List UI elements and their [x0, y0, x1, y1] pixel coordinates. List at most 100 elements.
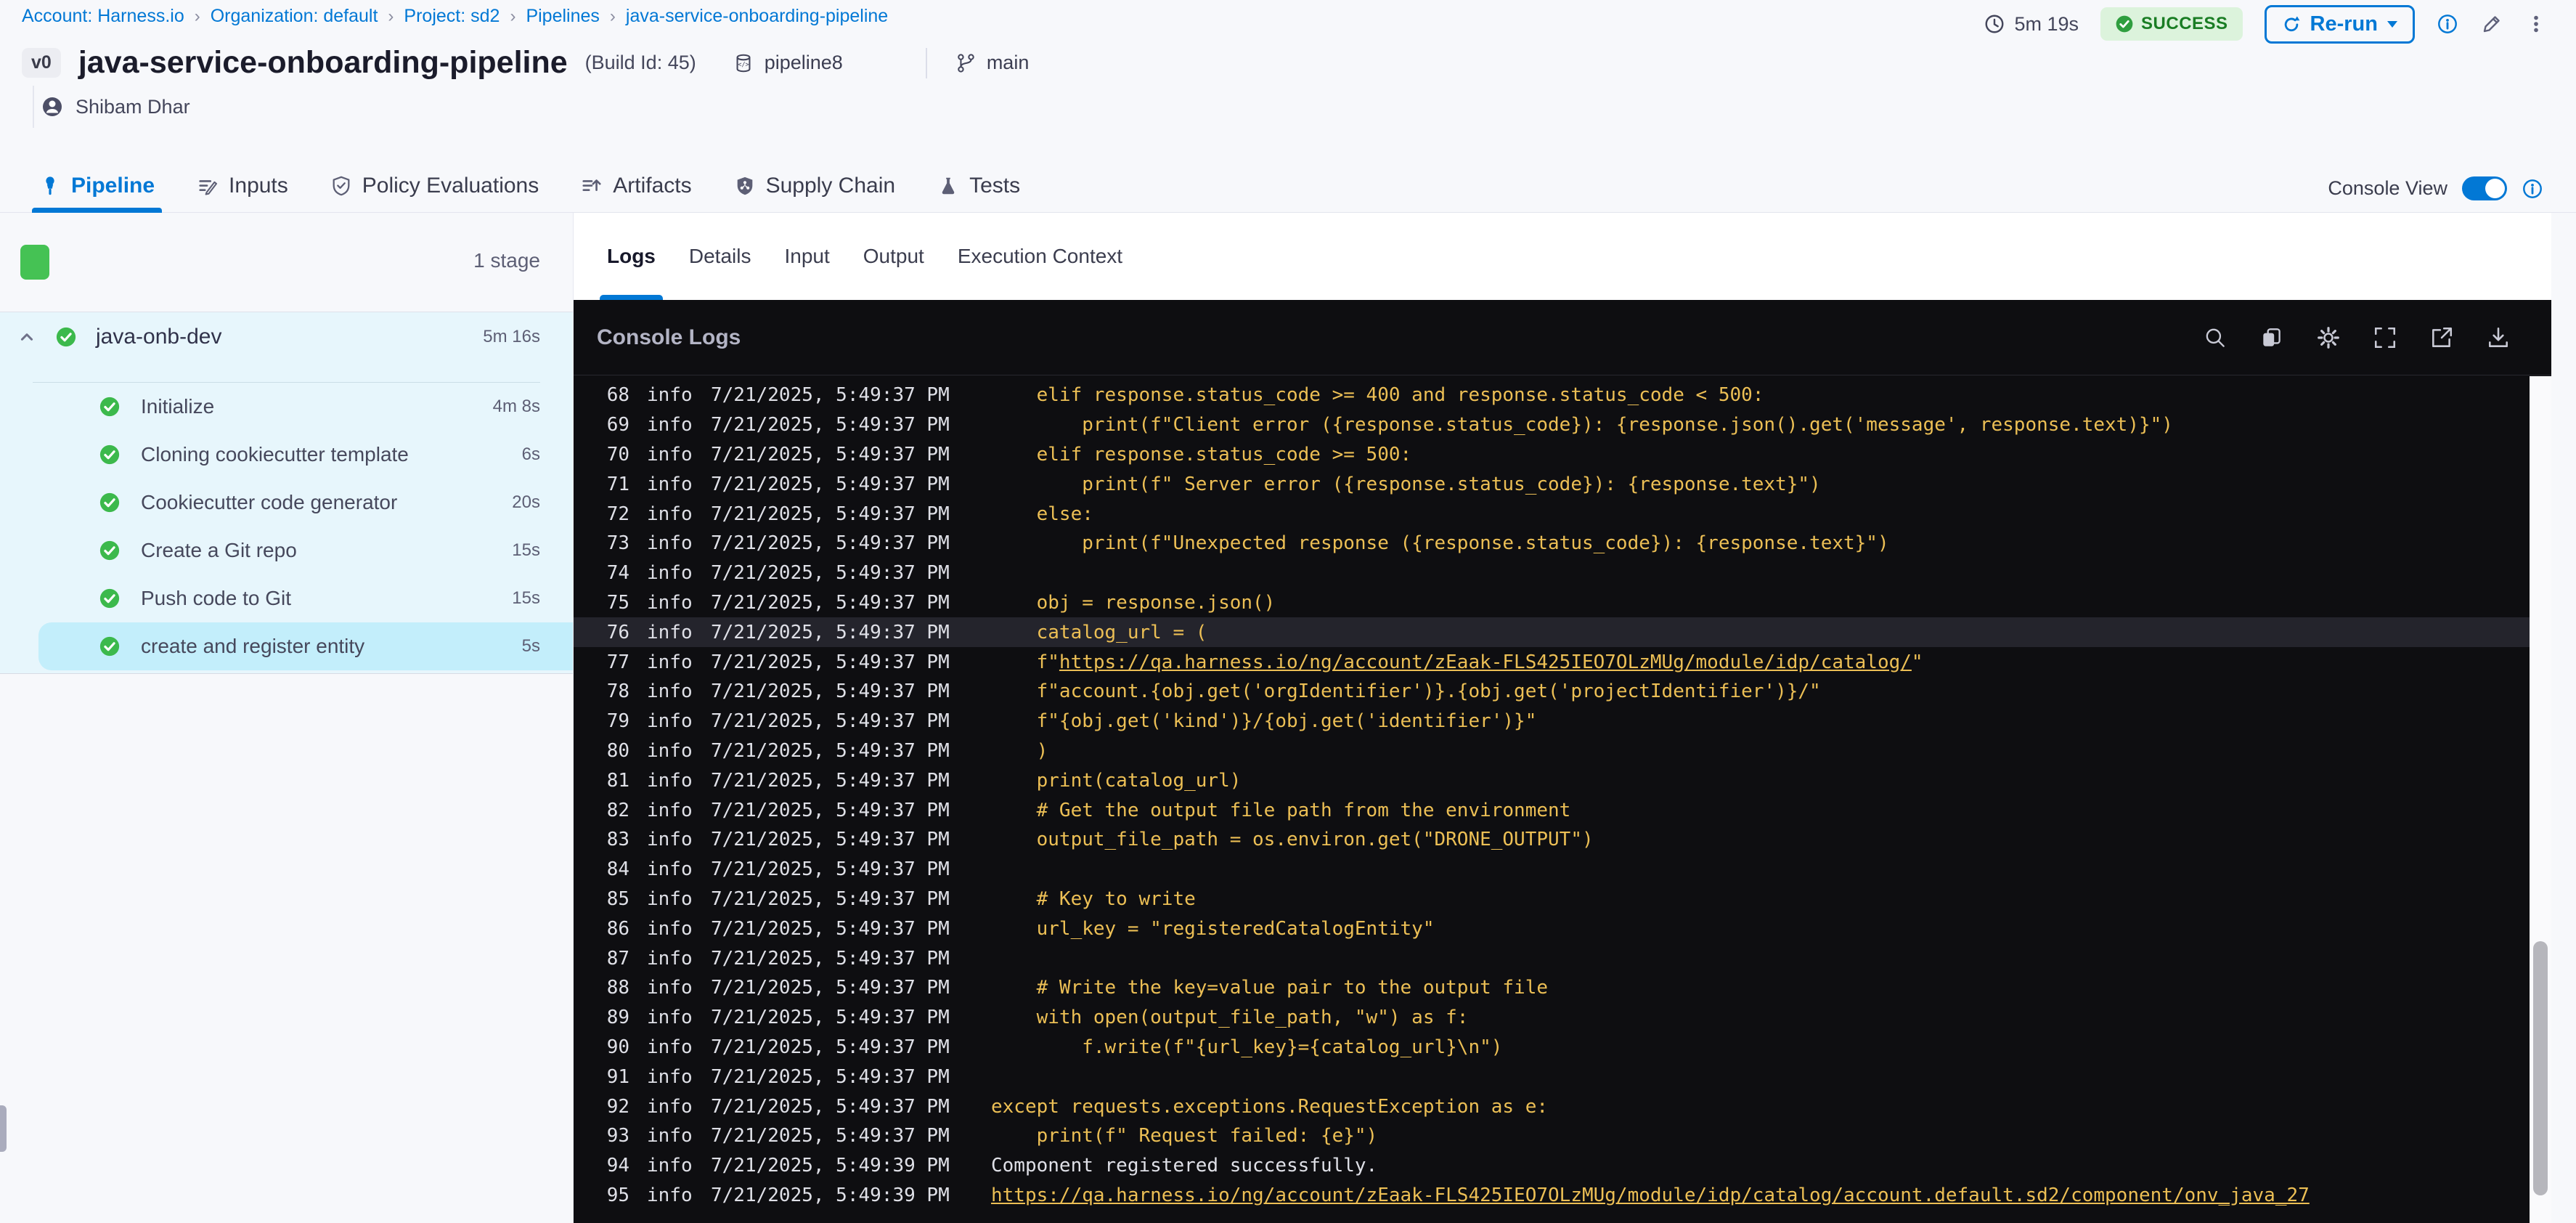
console-view-info-icon[interactable]: [2522, 178, 2543, 200]
log-level: info: [647, 680, 693, 703]
tab-inputs[interactable]: Inputs: [194, 160, 291, 212]
step-initialize[interactable]: Initialize 4m 8s: [0, 383, 573, 431]
copy-icon[interactable]: [2259, 325, 2284, 350]
repo-info[interactable]: </> pipeline8: [733, 52, 843, 74]
log-line-number: 88: [606, 977, 629, 999]
log-line-number: 91: [606, 1065, 629, 1088]
log-line-number: 82: [606, 799, 629, 821]
log-level: info: [647, 1125, 693, 1147]
log-level: info: [647, 739, 693, 762]
log-row: 93 info 7/21/2025, 5:49:37 PM print(f" Req…: [574, 1121, 2530, 1151]
step-create-a-git-repo[interactable]: Create a Git repo 15s: [0, 527, 573, 574]
open-in-new-icon[interactable]: [2429, 325, 2454, 350]
step-cookiecutter-code-generator[interactable]: Cookiecutter code generator 20s: [0, 479, 573, 527]
log-timestamp: 7/21/2025, 5:49:37 PM: [711, 414, 950, 436]
step-push-code-to-git[interactable]: Push code to Git 15s: [0, 574, 573, 622]
tab-label: Artifacts: [613, 174, 692, 198]
log-link[interactable]: https://qa.harness.io/ng/account/zEaak-F…: [991, 1185, 2310, 1206]
left-panel-handle[interactable]: [0, 1105, 7, 1152]
chevron-down-icon: [2387, 20, 2398, 28]
breadcrumb-account[interactable]: Account: Harness.io: [22, 6, 184, 27]
info-icon[interactable]: [2437, 13, 2458, 35]
tab-supply-chain[interactable]: Supply Chain: [731, 160, 898, 212]
log-timestamp: 7/21/2025, 5:49:37 PM: [711, 1095, 950, 1118]
step-name: Create a Git repo: [141, 539, 297, 561]
log-line-number: 79: [606, 710, 629, 733]
tab-label: Tests: [969, 174, 1021, 198]
log-timestamp: 7/21/2025, 5:49:39 PM: [711, 1184, 950, 1206]
log-scrollbar[interactable]: [2530, 376, 2551, 1223]
log-line-number: 87: [606, 947, 629, 970]
log-line-number: 77: [606, 651, 629, 673]
tab-logs[interactable]: Logs: [600, 213, 663, 300]
search-icon[interactable]: [2203, 325, 2227, 350]
download-icon[interactable]: [2486, 325, 2511, 350]
tab-label: Inputs: [229, 174, 288, 198]
log-message: elif response.status_code >= 500:: [991, 443, 1412, 466]
log-row: 76 info 7/21/2025, 5:49:37 PM catalog_url …: [574, 617, 2530, 648]
settings-gear-icon[interactable]: [2316, 325, 2341, 350]
tab-output[interactable]: Output: [863, 213, 924, 300]
shield-check-icon: [330, 175, 352, 197]
log-message: print(f" Server error ({response.status_…: [991, 473, 1821, 495]
pipeline-title-row: v0 java-service-onboarding-pipeline (Bui…: [22, 45, 1029, 81]
triggered-by-user: Shibam Dhar: [41, 95, 190, 118]
breadcrumb-pipelines[interactable]: Pipelines: [526, 6, 599, 27]
log-message: Component registered successfully.: [991, 1155, 1378, 1177]
user-name: Shibam Dhar: [76, 95, 190, 118]
breadcrumb-organization[interactable]: Organization: default: [211, 6, 378, 27]
log-level: info: [647, 858, 693, 881]
stage-count-label: 1 stage: [473, 249, 540, 272]
log-level: info: [647, 1184, 693, 1206]
branch-info[interactable]: main: [955, 52, 1029, 74]
tab-details[interactable]: Details: [689, 213, 751, 300]
log-level: info: [647, 710, 693, 733]
console-toolbar: [2203, 325, 2511, 350]
log-message: catalog_url = (: [991, 621, 1207, 643]
chevron-up-icon[interactable]: [16, 326, 38, 348]
rerun-button[interactable]: Re-run: [2264, 4, 2415, 44]
step-create-and-register-entity[interactable]: create and register entity 5s: [38, 622, 573, 670]
flask-icon: [937, 175, 959, 197]
log-message: print(f"Unexpected response ({response.s…: [991, 532, 1889, 555]
breadcrumb-project[interactable]: Project: sd2: [404, 6, 500, 27]
log-timestamp: 7/21/2025, 5:49:37 PM: [711, 829, 950, 851]
tab-execution-context[interactable]: Execution Context: [958, 213, 1122, 300]
more-options-kebab-icon[interactable]: [2525, 13, 2547, 35]
tab-pipeline[interactable]: Pipeline: [31, 160, 163, 213]
harness-pipeline-execution-page: Account: Harness.io › Organization: defa…: [0, 0, 2576, 1223]
clock-icon: [1984, 13, 2005, 35]
log-line-number: 84: [606, 858, 629, 881]
log-row: 86 info 7/21/2025, 5:49:37 PM url_key = "r…: [574, 914, 2530, 943]
supply-chain-icon: [734, 175, 756, 197]
pipeline-icon: [39, 175, 61, 197]
log-viewport[interactable]: 68 info 7/21/2025, 5:49:37 PM elif respons…: [574, 376, 2530, 1223]
scrollbar-thumb[interactable]: [2533, 941, 2548, 1195]
log-level: info: [647, 1065, 693, 1088]
log-timestamp: 7/21/2025, 5:49:37 PM: [711, 1007, 950, 1029]
fullscreen-icon[interactable]: [2373, 325, 2397, 350]
log-level: info: [647, 591, 693, 614]
log-timestamp: 7/21/2025, 5:49:37 PM: [711, 443, 950, 466]
tab-policy-evaluations[interactable]: Policy Evaluations: [327, 160, 542, 212]
stage-row-java-onb-dev[interactable]: java-onb-dev 5m 16s: [0, 312, 573, 362]
edit-pencil-icon[interactable]: [2480, 12, 2503, 36]
log-level: info: [647, 829, 693, 851]
log-link[interactable]: https://qa.harness.io/ng/account/zEaak-F…: [1059, 651, 1912, 673]
log-line-number: 76: [606, 621, 629, 643]
tab-input[interactable]: Input: [784, 213, 829, 300]
stage-status-square: [20, 245, 49, 280]
top-header: Account: Harness.io › Organization: defa…: [0, 0, 2576, 213]
step-cloning-cookiecutter-template[interactable]: Cloning cookiecutter template 6s: [0, 431, 573, 479]
git-branch-icon: [955, 52, 977, 74]
breadcrumb-pipeline-name[interactable]: java-service-onboarding-pipeline: [626, 6, 888, 27]
log-message: # Key to write: [991, 887, 1196, 910]
console-view-toggle[interactable]: [2462, 176, 2507, 200]
log-timestamp: 7/21/2025, 5:49:37 PM: [711, 473, 950, 495]
tab-label: Policy Evaluations: [362, 174, 539, 198]
tab-artifacts[interactable]: Artifacts: [578, 160, 694, 212]
tab-tests[interactable]: Tests: [934, 160, 1023, 212]
log-row: 74 info 7/21/2025, 5:49:37 PM: [574, 558, 2530, 588]
check-circle-icon: [99, 396, 121, 418]
log-level: info: [647, 443, 693, 466]
